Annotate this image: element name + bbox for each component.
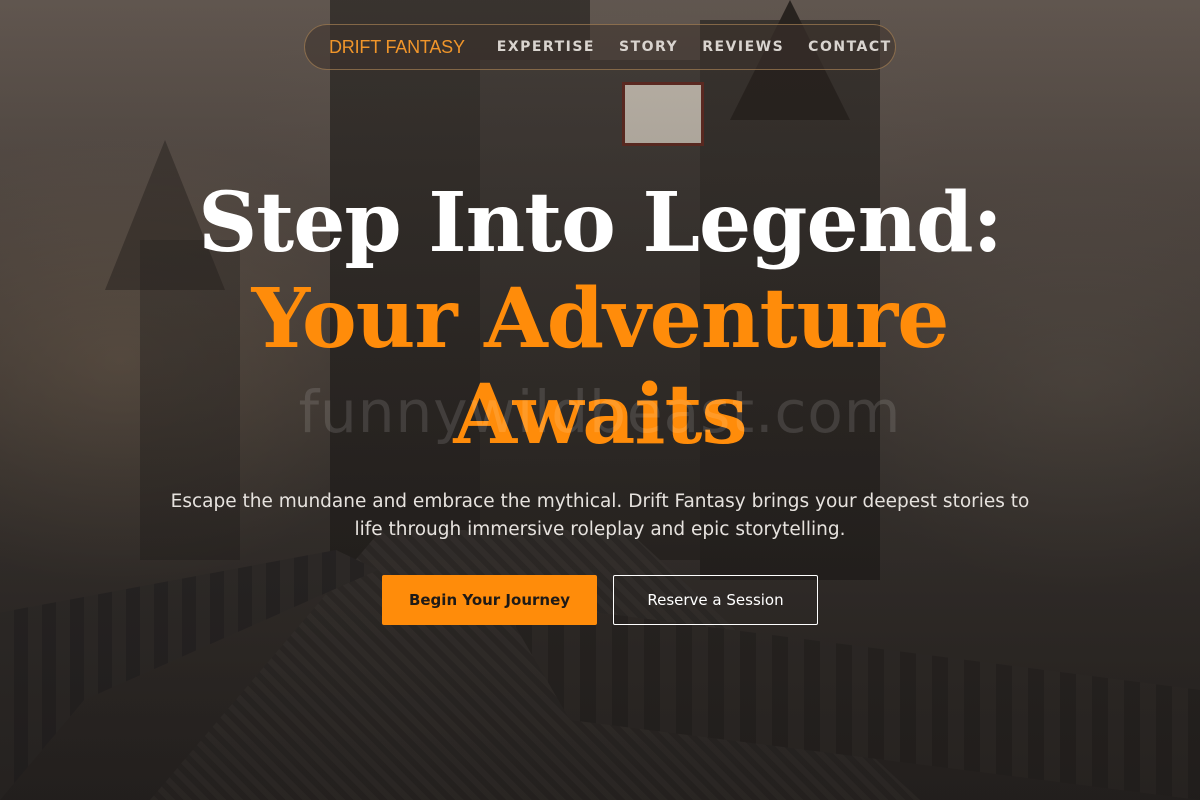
nav-links: EXPERTISE STORY REVIEWS CONTACT	[497, 39, 892, 55]
brand-logo[interactable]: DRIFT FANTASY	[329, 37, 465, 58]
headline-line-2: Your Adventure	[251, 271, 950, 367]
headline-line-3: Awaits	[453, 367, 747, 463]
hero-section: Step Into Legend: Your Adventure Awaits	[0, 175, 1200, 463]
top-nav: DRIFT FANTASY EXPERTISE STORY REVIEWS CO…	[304, 24, 896, 70]
nav-link-story[interactable]: STORY	[619, 39, 678, 55]
reserve-session-button[interactable]: Reserve a Session	[613, 575, 818, 625]
nav-link-contact[interactable]: CONTACT	[808, 39, 892, 55]
hero-subtitle: Escape the mundane and embrace the mythi…	[170, 491, 1030, 540]
headline-line-1: Step Into Legend:	[198, 175, 1003, 271]
begin-journey-button[interactable]: Begin Your Journey	[382, 575, 597, 625]
hero-headline: Step Into Legend: Your Adventure Awaits	[0, 175, 1200, 463]
nav-link-expertise[interactable]: EXPERTISE	[497, 39, 595, 55]
nav-link-reviews[interactable]: REVIEWS	[702, 39, 784, 55]
